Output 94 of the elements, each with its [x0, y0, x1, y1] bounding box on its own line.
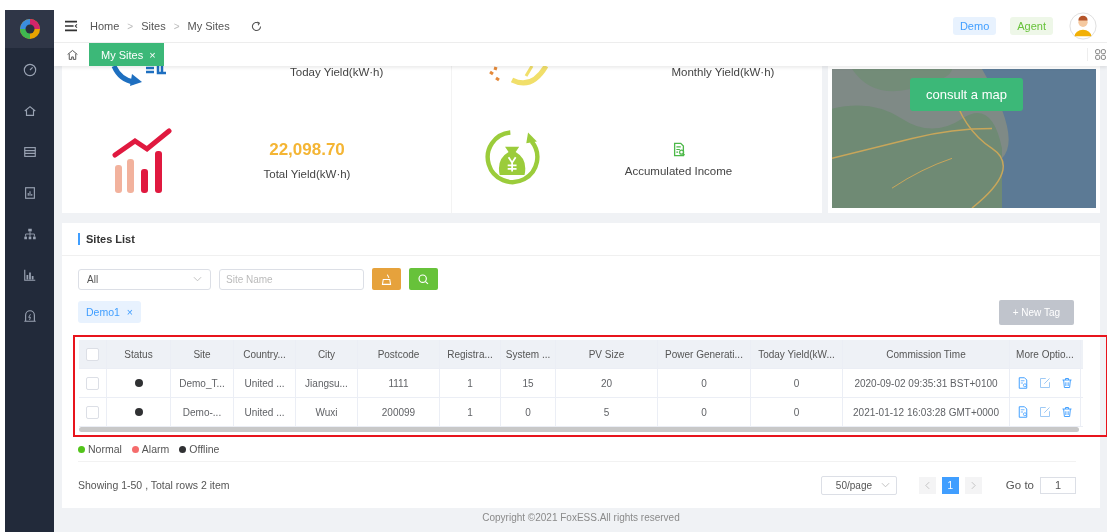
column-header: PV Size: [556, 340, 658, 368]
chevron-down-icon: [193, 276, 202, 282]
column-header: More Optio...: [1010, 340, 1081, 368]
delete-icon[interactable]: [1061, 377, 1073, 389]
details-icon[interactable]: [1017, 377, 1029, 389]
clear-button[interactable]: [372, 268, 401, 290]
stat-label: Today Yield(kW·h): [290, 66, 384, 78]
column-header: Site: [171, 340, 234, 368]
goto-label: Go to: [1005, 479, 1034, 491]
scrollbar[interactable]: [79, 427, 1079, 432]
role-tag: Agent: [1010, 17, 1053, 35]
table-cell: United ...: [234, 369, 296, 397]
table-cell: Jiangsu...: [296, 369, 358, 397]
dashboard-icon[interactable]: [22, 63, 37, 77]
table-cell: 2021-01-12 16:03:28 GMT+0000: [843, 398, 1010, 426]
broom-icon: [380, 272, 393, 286]
column-header: Country...: [234, 340, 296, 368]
close-icon[interactable]: ×: [126, 306, 133, 318]
table-cell: 200099: [358, 398, 440, 426]
grid-icon[interactable]: [1087, 48, 1107, 61]
close-icon[interactable]: ×: [149, 48, 156, 61]
menu-icon[interactable]: [64, 20, 78, 32]
stat-label: Total Yield(kW·h): [263, 167, 351, 180]
table-cell: Demo_T...: [171, 369, 234, 397]
edit-icon[interactable]: [1039, 377, 1051, 389]
goto-page-field[interactable]: 1: [1040, 476, 1076, 494]
home-icon[interactable]: [22, 104, 37, 118]
copyright-text: Copyright ©2021 FoxESS.All rights reserved: [481, 511, 681, 524]
column-header: Registra...: [440, 340, 501, 368]
section-title: Sites List: [78, 233, 135, 245]
role-tag: Demo: [952, 17, 997, 35]
legend-label: Alarm: [141, 443, 170, 455]
power-station-icon[interactable]: [22, 309, 37, 323]
chevron-left-icon: [924, 480, 930, 490]
rows-summary: Showing 1-50 , Total rows 2 item: [78, 479, 230, 491]
avatar-icon[interactable]: [1069, 12, 1097, 40]
stat-value: 22,098.70: [269, 139, 345, 160]
search-button[interactable]: [409, 268, 438, 290]
page-button[interactable]: 1: [941, 476, 959, 494]
delete-icon[interactable]: [1061, 406, 1073, 418]
site-name-field[interactable]: Site Name: [219, 268, 364, 290]
column-header: Commission Time: [843, 340, 1010, 368]
table-cell: 1: [440, 398, 501, 426]
table-cell: 5: [556, 398, 658, 426]
table-cell: 2020-09-02 09:35:31 BST+0100: [843, 369, 1010, 397]
breadcrumb-link[interactable]: Home: [90, 20, 120, 32]
page-size-select[interactable]: 50/page: [820, 475, 897, 495]
page-tab[interactable]: My Sites ×: [89, 43, 164, 66]
chevron-down-icon: [880, 482, 890, 488]
chevron-right-icon: [970, 480, 976, 490]
column-header: Postcode: [358, 340, 440, 368]
new-tag-button[interactable]: + New Tag: [998, 300, 1074, 325]
column-header: Today Yield(kW...: [751, 340, 843, 368]
document-search-icon: [671, 142, 686, 157]
bar-chart-icon[interactable]: [22, 268, 37, 282]
breadcrumb-link[interactable]: My Sites: [187, 20, 230, 32]
list-icon[interactable]: [22, 145, 37, 159]
site-type-select[interactable]: All: [78, 268, 211, 290]
table-cell: 0: [751, 369, 843, 397]
table-cell: 0: [658, 369, 751, 397]
table-cell: United ...: [234, 398, 296, 426]
column-header: City: [296, 340, 358, 368]
search-icon: [417, 272, 430, 286]
hierarchy-icon[interactable]: [22, 227, 37, 241]
legend-label: Normal: [88, 443, 122, 455]
logo-icon: [17, 17, 42, 41]
table-cell: 15: [501, 369, 556, 397]
consult-map-button[interactable]: consult a map: [910, 78, 1023, 111]
table-cell: 0: [751, 398, 843, 426]
report-icon[interactable]: [22, 186, 37, 200]
checkbox[interactable]: [86, 347, 99, 361]
edit-icon[interactable]: [1039, 406, 1051, 418]
legend-label: Offline: [189, 443, 220, 455]
filter-tag[interactable]: Demo1 ×: [78, 301, 141, 323]
checkbox[interactable]: [86, 376, 99, 390]
table-cell: 1111: [358, 369, 440, 397]
refresh-icon[interactable]: [249, 19, 263, 33]
table-cell: 0: [658, 398, 751, 426]
checkbox[interactable]: [86, 405, 99, 419]
table-cell: 1: [440, 369, 501, 397]
stat-label: Monthly Yield(kW·h): [671, 66, 775, 78]
details-icon[interactable]: [1017, 406, 1029, 418]
table-cell: 0: [501, 398, 556, 426]
breadcrumb-link[interactable]: Sites: [141, 20, 166, 32]
breadcrumb-separator: >: [173, 20, 180, 32]
table-cell: Wuxi: [296, 398, 358, 426]
table-cell: Demo-...: [171, 398, 234, 426]
column-header: System ...: [501, 340, 556, 368]
table-cell: 20: [556, 369, 658, 397]
stat-label: Accumulated Income: [624, 165, 733, 177]
breadcrumb-separator: >: [127, 20, 134, 32]
column-header: Status: [107, 340, 171, 368]
home-tab-icon[interactable]: [66, 48, 79, 61]
column-header: Power Generati...: [658, 340, 751, 368]
